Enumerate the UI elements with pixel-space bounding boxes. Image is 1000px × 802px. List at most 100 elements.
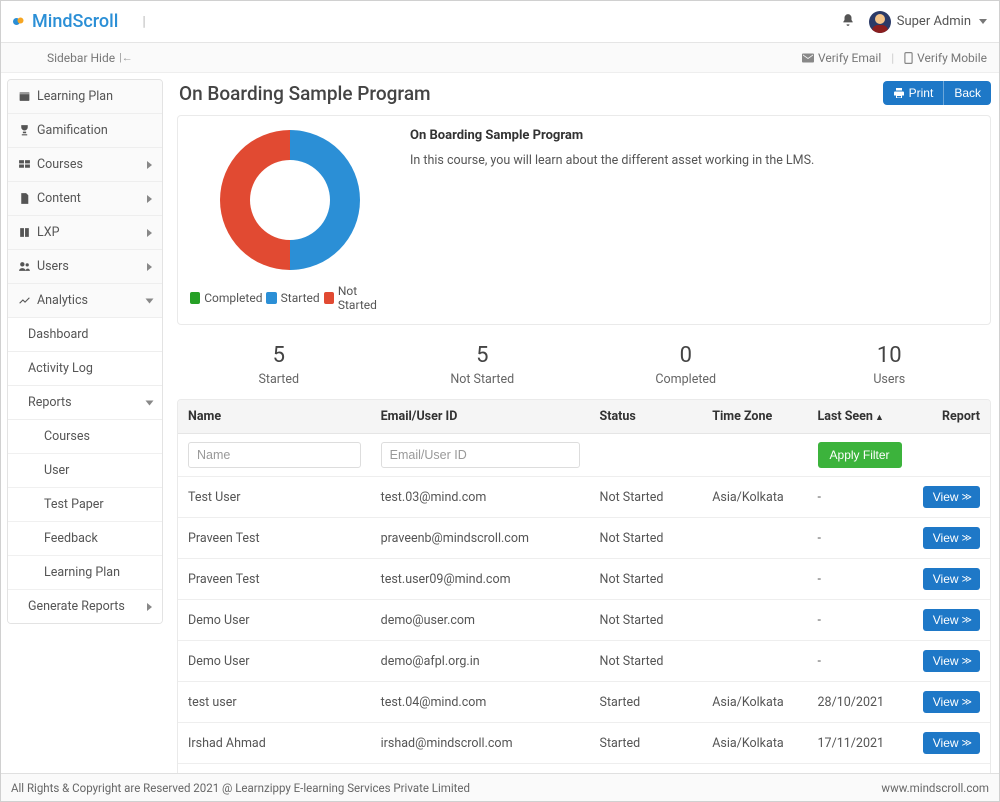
cell-last-seen: - [808, 600, 913, 641]
sidebar-item-report-feedback[interactable]: Feedback [8, 522, 162, 556]
cell-email: test.03@mind.com [371, 477, 590, 518]
sidebar-item-report-user[interactable]: User [8, 454, 162, 488]
sidebar-item-analytics[interactable]: Analytics [8, 284, 162, 318]
stat-label: Started [177, 372, 381, 387]
view-button[interactable]: View ≫ [923, 486, 980, 508]
cell-last-seen: - [808, 518, 913, 559]
filter-row: Apply Filter [178, 434, 990, 477]
sidebar-item-label: User [44, 463, 69, 478]
sidebar-item-generate-reports[interactable]: Generate Reports [8, 590, 162, 623]
content-icon [18, 192, 31, 205]
cell-email: test.user09@mind.com [371, 559, 590, 600]
view-button[interactable]: View ≫ [923, 732, 980, 754]
summary-heading: On Boarding Sample Program [410, 128, 814, 143]
chevron-right-icon: ≫ [962, 615, 970, 626]
filter-name-input[interactable] [188, 442, 361, 468]
th-status[interactable]: Status [590, 400, 703, 434]
back-label: Back [954, 86, 981, 100]
cell-status: Not Started [590, 559, 703, 600]
sidebar-item-courses[interactable]: Courses [8, 148, 162, 182]
stat-label: Not Started [381, 372, 585, 387]
th-email[interactable]: Email/User ID [371, 400, 590, 434]
sidebar-item-lxp[interactable]: LXP [8, 216, 162, 250]
sidebar-item-report-learning-plan[interactable]: Learning Plan [8, 556, 162, 590]
sidebar-item-label: Generate Reports [28, 599, 125, 614]
footer-right: www.mindscroll.com [881, 781, 989, 795]
sidebar-item-label: Activity Log [28, 361, 93, 376]
stat-label: Completed [584, 372, 788, 387]
sidebar-item-dashboard[interactable]: Dashboard [8, 318, 162, 352]
cell-email: demo@user.com [371, 600, 590, 641]
legend-label: Completed [204, 291, 262, 305]
chevron-right-icon: ≫ [962, 574, 970, 585]
sidebar-item-content[interactable]: Content [8, 182, 162, 216]
cell-timezone: Asia/Kolkata [702, 723, 807, 764]
th-timezone[interactable]: Time Zone [702, 400, 807, 434]
learning-icon [18, 90, 31, 103]
view-button[interactable]: View ≫ [923, 568, 980, 590]
sidebar-item-label: Analytics [37, 293, 88, 308]
sidebar-item-label: LXP [37, 225, 59, 240]
user-name: Super Admin [897, 14, 971, 29]
verify-email-label: Verify Email [818, 51, 881, 65]
sidebar-item-learning-plan[interactable]: Learning Plan [8, 80, 162, 114]
courses-icon [18, 158, 31, 171]
table-row: test usertest.04@mind.comStartedAsia/Kol… [178, 682, 990, 723]
sidebar-item-report-courses[interactable]: Courses [8, 420, 162, 454]
th-last-seen[interactable]: Last Seen▲ [808, 400, 913, 434]
cell-status: Not Started [590, 600, 703, 641]
cell-name: Demo User [178, 600, 371, 641]
sidebar-item-gamification[interactable]: Gamification [8, 114, 162, 148]
print-icon [893, 87, 905, 99]
brand-text: MindScroll [32, 11, 118, 32]
sidebar-item-label: Feedback [44, 531, 98, 546]
view-button[interactable]: View ≫ [923, 691, 980, 713]
cell-name: Praveen Test [178, 559, 371, 600]
cell-name: test user [178, 682, 371, 723]
stat-value: 5 [381, 343, 585, 368]
back-button[interactable]: Back [944, 81, 991, 105]
sidebar-item-label: Dashboard [28, 327, 88, 342]
cell-name: Amarjit S. Saini [178, 764, 371, 774]
user-menu[interactable]: Super Admin [869, 11, 987, 33]
sidebar-item-reports[interactable]: Reports [8, 386, 162, 420]
sidebar-item-label: Learning Plan [44, 565, 120, 580]
chart-legend: Completed Started Not Started [190, 284, 390, 312]
sidebar-item-report-test-paper[interactable]: Test Paper [8, 488, 162, 522]
stat-users: 10Users [788, 343, 992, 387]
print-button[interactable]: Print [883, 81, 945, 105]
stat-completed: 0Completed [584, 343, 788, 387]
verify-email-button[interactable]: Verify Email [802, 51, 881, 65]
chevron-right-icon: ≫ [962, 738, 970, 749]
users-table: Name Email/User ID Status Time Zone Last… [177, 399, 991, 773]
view-button[interactable]: View ≫ [923, 650, 980, 672]
th-name[interactable]: Name [178, 400, 371, 434]
footer: All Rights & Copyright are Reserved 2021… [1, 773, 999, 801]
sidebar-item-label: Courses [37, 157, 83, 172]
legend-color-completed [190, 292, 200, 304]
table-row: Amarjit S. Sainiamarjitssaini@yahoo.co.i… [178, 764, 990, 774]
sidebar-hide-button[interactable]: Sidebar Hide |← [47, 51, 133, 65]
stat-value: 5 [177, 343, 381, 368]
view-button[interactable]: View ≫ [923, 609, 980, 631]
apply-filter-button[interactable]: Apply Filter [818, 442, 902, 468]
sidebar-item-users[interactable]: Users [8, 250, 162, 284]
separator: | [891, 51, 894, 65]
cell-email: demo@afpl.org.in [371, 641, 590, 682]
page-title: On Boarding Sample Program [179, 82, 431, 105]
cell-status: Not Started [590, 518, 703, 559]
verify-mobile-button[interactable]: Verify Mobile [904, 51, 987, 65]
cell-timezone [702, 600, 807, 641]
cell-last-seen: 17/11/2021 [808, 723, 913, 764]
brand-divider: | [142, 14, 145, 30]
filter-email-input[interactable] [381, 442, 580, 468]
cell-name: Demo User [178, 641, 371, 682]
view-button[interactable]: View ≫ [923, 527, 980, 549]
cell-timezone: Asia/Kolkata [702, 477, 807, 518]
secondary-bar: Sidebar Hide |← Verify Email | Verify Mo… [1, 43, 999, 73]
cell-email: amarjitssaini@yahoo.co.in [371, 764, 590, 774]
cell-timezone [702, 518, 807, 559]
sidebar-item-activity-log[interactable]: Activity Log [8, 352, 162, 386]
notifications-icon[interactable] [841, 13, 855, 31]
brand[interactable]: MindScroll | [13, 11, 146, 32]
